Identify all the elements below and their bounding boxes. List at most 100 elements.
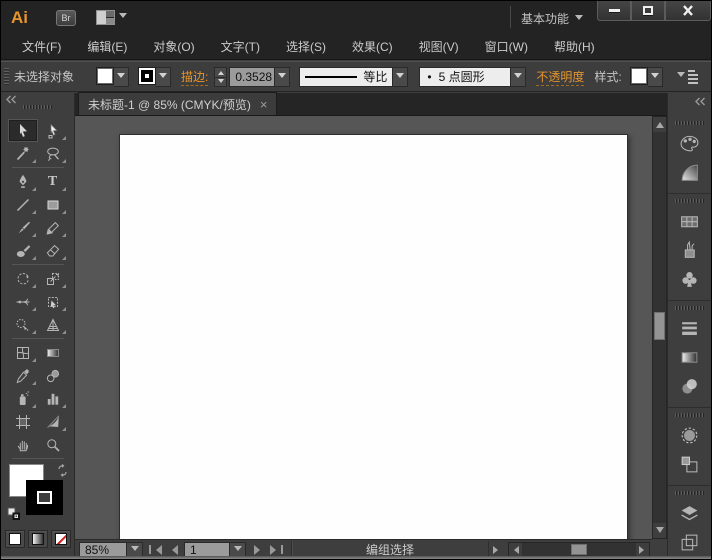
stroke-color-control[interactable] [138,67,171,87]
tool-free-transform[interactable] [38,290,68,313]
panel-appearance-button[interactable] [673,421,707,450]
menu-help[interactable]: 帮助(H) [541,34,608,59]
tool-paintbrush[interactable] [8,216,38,239]
panel-grip-icon[interactable] [23,105,53,109]
close-button[interactable] [665,1,711,21]
control-panel-menu-button[interactable] [677,70,698,84]
default-fill-stroke-icon[interactable] [7,507,21,521]
canvas-area[interactable] [75,116,652,539]
stroke-color-proxy[interactable] [26,480,63,515]
panel-color-guide-button[interactable] [673,158,707,187]
menu-effect[interactable]: 效果(C) [339,34,406,59]
stepper-up-button[interactable] [214,67,227,77]
tab-close-icon[interactable]: × [260,98,268,111]
arrange-documents-button[interactable] [96,10,127,25]
tool-direct-selection[interactable] [38,119,68,142]
tool-selection[interactable] [8,119,38,142]
panel-artboards-button[interactable] [673,528,707,557]
menu-edit[interactable]: 编辑(E) [74,34,140,59]
style-dropdown[interactable] [648,67,663,87]
color-button[interactable] [5,530,25,548]
tool-slice[interactable] [38,410,68,433]
tool-blend[interactable] [38,364,68,387]
scroll-left-button[interactable] [509,543,522,556]
stroke-swatch[interactable] [138,67,156,85]
fill-swatch[interactable] [96,67,114,85]
brush-preview[interactable]: • 5 点圆形 [419,67,511,87]
width-profile-preview[interactable]: 等比 [299,67,393,87]
tool-zoom[interactable] [38,433,68,456]
artboard[interactable] [119,134,628,539]
opacity-panel-link[interactable]: 不透明度 [536,68,584,86]
scroll-up-button[interactable] [653,117,666,132]
tool-mesh[interactable] [8,341,38,364]
tool-pencil[interactable] [38,216,68,239]
panel-grip-icon[interactable] [675,413,705,417]
panel-grip-icon[interactable] [675,491,705,495]
tool-perspective-grid[interactable] [38,313,68,336]
horizontal-scrollbar[interactable] [508,542,650,557]
none-button[interactable] [51,530,71,548]
tool-rectangle[interactable] [38,193,68,216]
stroke-dropdown-button[interactable] [156,67,171,87]
tool-shape-builder[interactable] [8,313,38,336]
panel-stroke-button[interactable] [673,314,707,343]
stroke-weight-dropdown[interactable] [275,67,290,87]
fill-color-control[interactable] [96,67,129,87]
tool-blob-brush[interactable] [8,239,38,262]
menu-object[interactable]: 对象(O) [140,34,207,59]
tool-gradient[interactable] [38,341,68,364]
menu-window[interactable]: 窗口(W) [472,34,541,59]
tool-magic-wand[interactable] [8,142,38,165]
scroll-down-button[interactable] [653,523,666,538]
minimize-button[interactable] [597,1,631,21]
panel-grip-icon[interactable] [675,306,705,310]
panel-swatches-button[interactable] [673,207,707,236]
menu-type[interactable]: 文字(T) [208,34,273,59]
tool-artboard[interactable] [8,410,38,433]
tool-symbol-sprayer[interactable] [8,387,38,410]
tool-scale[interactable] [38,267,68,290]
maximize-button[interactable] [631,1,665,21]
swap-fill-stroke-icon[interactable] [56,464,69,477]
tool-pen[interactable] [8,170,38,193]
tool-hand[interactable] [8,433,38,456]
menu-view[interactable]: 视图(V) [406,34,472,59]
tool-rotate[interactable] [8,267,38,290]
panel-grip-icon[interactable] [4,68,9,86]
document-tab[interactable]: 未标题-1 @ 85% (CMYK/预览) × [78,92,277,115]
brush-dropdown[interactable] [511,67,526,87]
menu-select[interactable]: 选择(S) [273,34,339,59]
tool-eyedropper[interactable] [8,364,38,387]
width-profile-control[interactable]: 等比 [299,67,408,87]
width-profile-dropdown[interactable] [393,67,408,87]
panel-layers-button[interactable] [673,499,707,528]
tool-eraser[interactable] [38,239,68,262]
stroke-weight-stepper[interactable] [214,67,227,87]
fill-dropdown-button[interactable] [114,67,129,87]
panel-brushes-button[interactable] [673,236,707,265]
menu-file[interactable]: 文件(F) [9,34,74,59]
tool-line-segment[interactable] [8,193,38,216]
tool-column-graph[interactable] [38,387,68,410]
panel-gradient-button[interactable] [673,343,707,372]
tool-width[interactable] [8,290,38,313]
panel-graphic-styles-button[interactable] [673,450,707,479]
tool-type[interactable]: T [38,170,68,193]
stroke-weight-field[interactable]: 0.3528 [229,67,275,87]
vertical-scroll-thumb[interactable] [654,312,665,340]
style-control[interactable] [630,67,663,87]
panel-transparency-button[interactable] [673,372,707,401]
brush-control[interactable]: • 5 点圆形 [419,67,526,87]
panel-grip-icon[interactable] [675,199,705,203]
collapse-panel-icon[interactable] [5,95,17,104]
horizontal-scroll-thumb[interactable] [571,544,587,555]
vertical-scrollbar[interactable] [652,116,667,539]
panel-symbols-button[interactable] [673,265,707,294]
panel-grip-icon[interactable] [675,121,705,125]
style-swatch[interactable] [630,67,648,85]
gradient-button[interactable] [28,530,48,548]
stroke-weight-control[interactable]: 0.3528 [229,67,290,87]
panel-color-button[interactable] [673,129,707,158]
collapse-panel-icon[interactable] [694,97,706,106]
